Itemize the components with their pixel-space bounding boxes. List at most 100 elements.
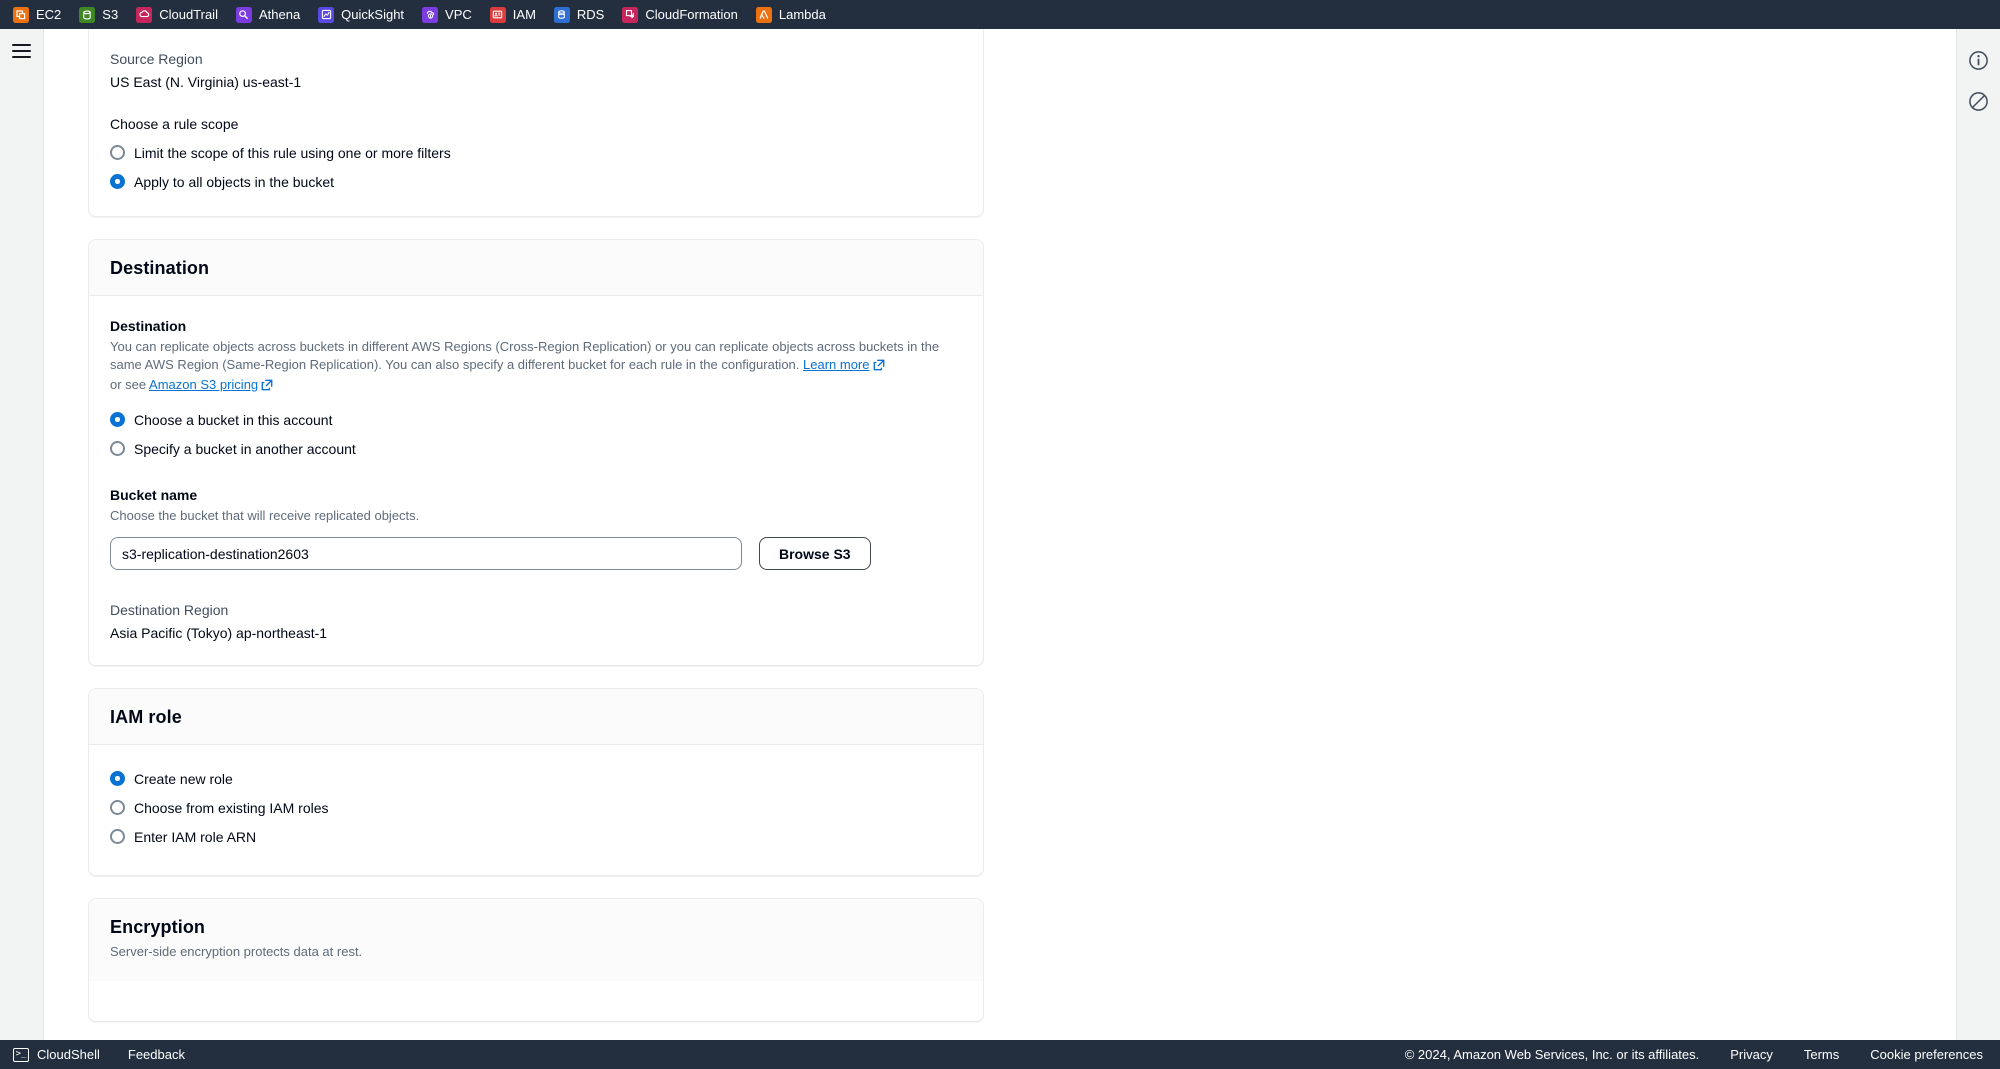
destination-section-label: Destination [110,318,187,334]
nav-service-lambda[interactable]: Lambda [755,0,835,29]
destination-card: Destination Destination You can replicat… [88,239,984,666]
destination-description: You can replicate objects across buckets… [110,338,950,396]
radio-label: Apply to all objects in the bucket [134,174,335,190]
nav-service-ec2[interactable]: EC2 [13,0,70,29]
s3-icon [79,6,96,23]
lambda-icon [755,6,772,23]
radio-indicator-selected [110,412,125,427]
radio-indicator [110,829,125,844]
radio-indicator [110,800,125,815]
iam-role-card-header: IAM role [89,689,983,745]
radio-label: Choose from existing IAM roles [134,800,329,816]
vpc-icon [422,6,439,23]
nav-service-rds[interactable]: RDS [553,0,613,29]
nav-service-label: S3 [102,6,119,22]
footer-left-group: >_ CloudShell Feedback [13,1046,185,1063]
footer-right-group: © 2024, Amazon Web Services, Inc. or its… [1405,1046,1983,1063]
radio-bucket-this-account[interactable]: Choose a bucket in this account [110,410,962,430]
encryption-card-header: Encryption Server-side encryption protec… [89,899,983,981]
iam-role-card: IAM role Create new role Choose from exi… [88,688,984,876]
form-content: Source Region US East (N. Virginia) us-e… [88,29,984,1022]
radio-apply-all-objects[interactable]: Apply to all objects in the bucket [110,172,962,192]
hamburger-menu-icon[interactable] [12,44,32,60]
encryption-description: Server-side encryption protects data at … [110,944,363,959]
radio-label: Create new role [134,771,233,787]
cloudtrail-icon [136,6,153,23]
iam-role-card-title: IAM role [110,707,182,727]
bucket-name-row: Browse S3 [110,537,962,570]
radio-label: Choose a bucket in this account [134,412,333,428]
amazon-s3-pricing-link[interactable]: Amazon S3 pricing [149,377,258,392]
radio-create-new-role[interactable]: Create new role [110,769,962,789]
nav-service-vpc[interactable]: VPC [422,0,481,29]
source-region-value: US East (N. Virginia) us-east-1 [110,74,302,90]
nav-service-athena[interactable]: Athena [235,0,309,29]
copyright-text: © 2024, Amazon Web Services, Inc. or its… [1404,1047,1700,1062]
source-card: Source Region US East (N. Virginia) us-e… [88,29,984,217]
radio-label: Enter IAM role ARN [134,829,257,845]
destination-region-label: Destination Region [110,602,229,618]
nav-service-label: RDS [576,6,605,22]
nav-service-label: Athena [258,6,301,22]
external-link-icon [261,378,273,396]
radio-limit-scope[interactable]: Limit the scope of this rule using one o… [110,143,962,163]
terminal-icon: >_ [13,1047,29,1062]
nav-service-quicksight[interactable]: QuickSight [318,0,413,29]
no-entry-icon[interactable] [1965,87,1993,115]
nav-service-label: EC2 [36,6,62,22]
athena-icon [235,6,252,23]
destination-card-header: Destination [89,240,983,296]
rule-scope-group: Choose a rule scope Limit the scope of t… [110,114,962,192]
cookie-preferences-link[interactable]: Cookie preferences [1870,1046,1983,1063]
radio-enter-iam-role-arn[interactable]: Enter IAM role ARN [110,827,962,847]
nav-service-cloudformation[interactable]: CloudFormation [622,0,747,29]
radio-label: Specify a bucket in another account [134,441,356,457]
feedback-link[interactable]: Feedback [128,1046,185,1063]
privacy-link[interactable]: Privacy [1730,1046,1773,1063]
bucket-name-description: Choose the bucket that will receive repl… [110,508,420,523]
nav-service-label: CloudFormation [645,6,738,22]
cloudformation-icon [622,6,639,23]
browse-s3-button[interactable]: Browse S3 [759,537,871,570]
pricing-lead-text: or see [110,377,147,392]
nav-service-label: VPC [445,6,472,22]
nav-service-label: QuickSight [341,6,405,22]
cloudshell-button[interactable]: >_ CloudShell [13,1046,100,1063]
footer-bar: >_ CloudShell Feedback © 2024, Amazon We… [0,1040,2000,1069]
nav-service-label: Lambda [778,6,826,22]
destination-region-group: Destination Region Asia Pacific (Tokyo) … [110,600,962,643]
source-region-label: Source Region [110,51,203,67]
bucket-name-group: Bucket name Choose the bucket that will … [110,485,962,570]
terms-link[interactable]: Terms [1804,1046,1839,1063]
radio-label: Limit the scope of this rule using one o… [134,145,451,161]
iam-role-card-body: Create new role Choose from existing IAM… [89,745,983,875]
radio-indicator-selected [110,174,125,189]
cloudshell-label: CloudShell [37,1047,100,1062]
rds-icon [553,6,570,23]
bucket-name-input[interactable] [110,537,742,570]
favorites-bar: EC2 S3 CloudTrail Athena QuickSight VPC [0,0,2000,29]
ec2-icon [13,6,29,23]
page-scroll-region: Source Region US East (N. Virginia) us-e… [44,29,1956,1040]
destination-card-title: Destination [110,258,210,278]
nav-service-label: CloudTrail [159,6,218,22]
radio-existing-iam-roles[interactable]: Choose from existing IAM roles [110,798,962,818]
destination-region-value: Asia Pacific (Tokyo) ap-northeast-1 [110,625,328,641]
iam-icon [489,6,506,23]
radio-indicator [110,441,125,456]
right-tools-rail [1956,29,2000,1040]
info-icon[interactable] [1965,46,1993,74]
bucket-name-label: Bucket name [110,487,198,503]
rule-scope-label: Choose a rule scope [110,116,239,132]
quicksight-icon [318,6,335,23]
radio-indicator [110,145,125,160]
nav-service-cloudtrail[interactable]: CloudTrail [136,0,227,29]
source-region-group: Source Region US East (N. Virginia) us-e… [110,49,962,92]
radio-indicator-selected [110,771,125,786]
learn-more-link[interactable]: Learn more [803,357,869,372]
nav-service-label: IAM [512,6,536,22]
nav-service-s3[interactable]: S3 [79,0,127,29]
nav-service-iam[interactable]: IAM [489,0,545,29]
destination-card-body: Destination You can replicate objects ac… [89,296,983,665]
radio-bucket-another-account[interactable]: Specify a bucket in another account [110,439,962,459]
